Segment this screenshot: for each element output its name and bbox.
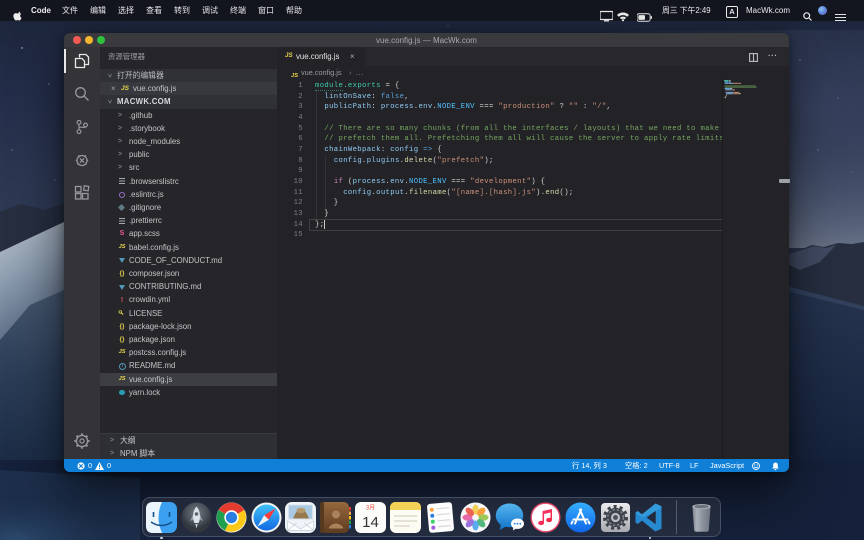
svg-text:3月: 3月 — [366, 504, 375, 511]
svg-text:14: 14 — [362, 514, 379, 531]
